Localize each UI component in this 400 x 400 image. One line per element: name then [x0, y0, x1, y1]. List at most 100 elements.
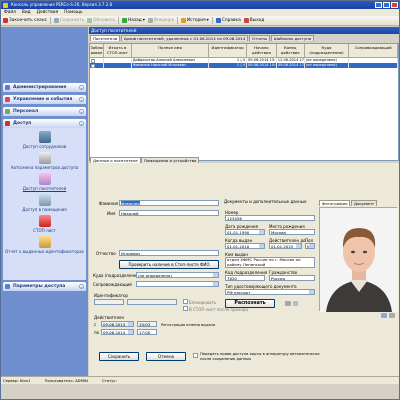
dept-select[interactable]: (не определено) [136, 272, 219, 278]
doctype-select[interactable]: РФ паспорт [225, 289, 315, 295]
sidebar-section-control[interactable]: Управление и события» [3, 95, 86, 104]
auto-transfer-checkbox[interactable] [193, 353, 198, 358]
arrow-right-icon [147, 18, 153, 23]
close-button[interactable] [391, 2, 398, 8]
last-name-field[interactable]: Фамилия [119, 200, 219, 206]
access-icon [5, 121, 10, 126]
identifier-label: Идентификатор [94, 293, 128, 298]
col-header[interactable]: Заблоки-рован [90, 44, 104, 57]
first-name-field[interactable]: Николай [119, 210, 219, 216]
lock-checkbox[interactable] [91, 63, 95, 68]
help-icon [215, 18, 221, 23]
history-button[interactable]: История ▾ [180, 18, 209, 23]
sidebar-section-access-params[interactable]: Параметры доступа» [3, 282, 86, 291]
tab-document[interactable]: Документ [350, 200, 378, 206]
tab-visitors[interactable]: Посетители [90, 35, 121, 41]
identifier-field-1[interactable] [94, 299, 124, 305]
citizenship-field[interactable]: Россия [269, 275, 315, 281]
birthdate-field[interactable]: 01.01.1990 [225, 229, 265, 235]
nav-employee-access[interactable]: Доступ сотрудников [3, 131, 86, 149]
exit-button[interactable]: Выход [243, 18, 264, 23]
menu-view[interactable]: Вид [22, 9, 31, 16]
identifier-field-2[interactable] [127, 299, 177, 305]
window-title: Консоль управления PERCo-S-20, Версия 3.… [11, 2, 113, 7]
menu-help[interactable]: Помощь [64, 9, 82, 16]
close-session-button[interactable]: Закончить сеанс [3, 18, 47, 23]
sidebar-section-personnel[interactable]: Персонал» [3, 107, 86, 116]
valid-till-field[interactable]: 01.01.2025 [269, 243, 302, 249]
escort-select[interactable] [136, 281, 219, 287]
back-button[interactable]: Назад ▾ [121, 18, 145, 23]
status-bar: Сервер: Klon1 Пользователь: ADMIN Статус… [1, 376, 399, 384]
clear-photo-icon[interactable] [389, 313, 395, 318]
tab-reports[interactable]: Отчеты [248, 35, 271, 41]
auto-transfer-label: Передать права доступа карты в аппаратур… [200, 352, 320, 361]
cancel-button[interactable]: Отмена [146, 352, 186, 361]
code-field[interactable]: 7820 [225, 275, 265, 281]
nav-auto-change[interactable]: Автосмена параметров доступа [3, 152, 86, 170]
sidebar-section-access[interactable]: Доступ « [3, 119, 86, 128]
visitor-access-icon [38, 173, 51, 185]
to-date[interactable]: 09.06.2014 [101, 329, 134, 335]
registration-label: Регистрация отмена выдачи [161, 323, 216, 327]
admin-icon [5, 85, 10, 90]
from-label: с [94, 322, 97, 327]
tab-photo[interactable]: Фотография [319, 200, 351, 206]
server-status: Сервер: Klon1 [3, 378, 31, 383]
nav-issued-report[interactable]: Отчет о выданных идентификаторах [3, 236, 86, 254]
tab-templates[interactable]: Шаблоны доступа [270, 35, 315, 41]
check-stoplist-button[interactable]: Проверить наличие в Стоп-листе ФИО [119, 260, 219, 269]
number-field[interactable]: 123456 [225, 215, 315, 221]
to-time[interactable]: 17:00 [137, 329, 157, 335]
lock-checkbox[interactable] [91, 58, 95, 63]
minimize-button[interactable] [375, 2, 382, 8]
table-row-selected[interactable]: Фамилия Николай Игоревич 1 | 4 09.06.201… [90, 63, 398, 68]
stoplist-checkbox[interactable] [183, 306, 188, 311]
birthplace-field[interactable]: Москва [269, 229, 315, 235]
col-header[interactable]: Полное имя [132, 44, 210, 57]
help-button[interactable]: Справка [215, 18, 241, 23]
col-header[interactable]: Сопровождающий [349, 44, 399, 57]
lock-label: Блокировать [189, 300, 217, 305]
params-icon [5, 284, 10, 289]
cell-id: 1 | 4 [209, 63, 247, 68]
from-date[interactable]: 09.06.2014 [101, 321, 134, 327]
maximize-button[interactable] [383, 2, 390, 8]
col-header[interactable]: Идентификатор [209, 44, 247, 57]
sex-field[interactable]: М [305, 243, 315, 249]
cell-start: 09.06.2014 10:03 [247, 63, 277, 68]
nav-visitor-access[interactable]: Доступ посетителей [3, 173, 86, 191]
tab-archive[interactable]: Архив посетителей, удаленных с 01.06.201… [120, 35, 249, 41]
col-header[interactable]: Изъять в СТОП-лист после прохода [104, 44, 132, 57]
app-window: Консоль управления PERCo-S-20, Версия 3.… [0, 0, 400, 400]
forward-button[interactable]: Вперед ▾ [147, 18, 174, 23]
menu-file[interactable]: Файл [4, 9, 16, 16]
visitors-table: Заблоки-рован Изъять в СТОП-лист после п… [89, 43, 399, 161]
col-header[interactable]: Куда (подразделение) [305, 44, 350, 57]
save-button[interactable]: Сохранить [99, 352, 139, 361]
sidebar: Администрирование» Управление и события»… [1, 27, 88, 376]
sidebar-section-admin[interactable]: Администрирование» [3, 83, 86, 92]
from-time[interactable]: 10:03 [137, 321, 157, 327]
settings-icon[interactable] [293, 301, 298, 306]
nav-stoplist[interactable]: СТОП-лист [3, 215, 86, 233]
refresh-button[interactable]: Обновить [87, 18, 115, 23]
menu-actions[interactable]: Действия [37, 9, 59, 16]
issuer-field[interactable]: отдел УФМС России по г. Москве по району… [225, 257, 315, 268]
nav-room-access[interactable]: Доступ в помещения [3, 194, 86, 212]
save-toolbar-button[interactable]: Сохранить [53, 18, 84, 23]
camera-icon[interactable] [381, 313, 387, 318]
floppy-icon [53, 18, 59, 23]
scanner-icon[interactable] [285, 301, 291, 306]
history-icon [180, 18, 186, 23]
expand-icon: » [79, 85, 84, 90]
col-header[interactable]: Начало действия [247, 44, 277, 57]
col-header[interactable]: Конец действия [277, 44, 305, 57]
auto-change-icon [38, 152, 51, 164]
lock-checkbox[interactable] [183, 299, 188, 304]
recognize-button[interactable]: Распознать [225, 299, 275, 308]
issued-field[interactable]: 01.01.2010 [225, 243, 265, 249]
escort-label: Сопровождающий [93, 282, 132, 287]
app-icon [3, 2, 8, 8]
patronymic-field[interactable]: Игоревич [119, 250, 219, 256]
